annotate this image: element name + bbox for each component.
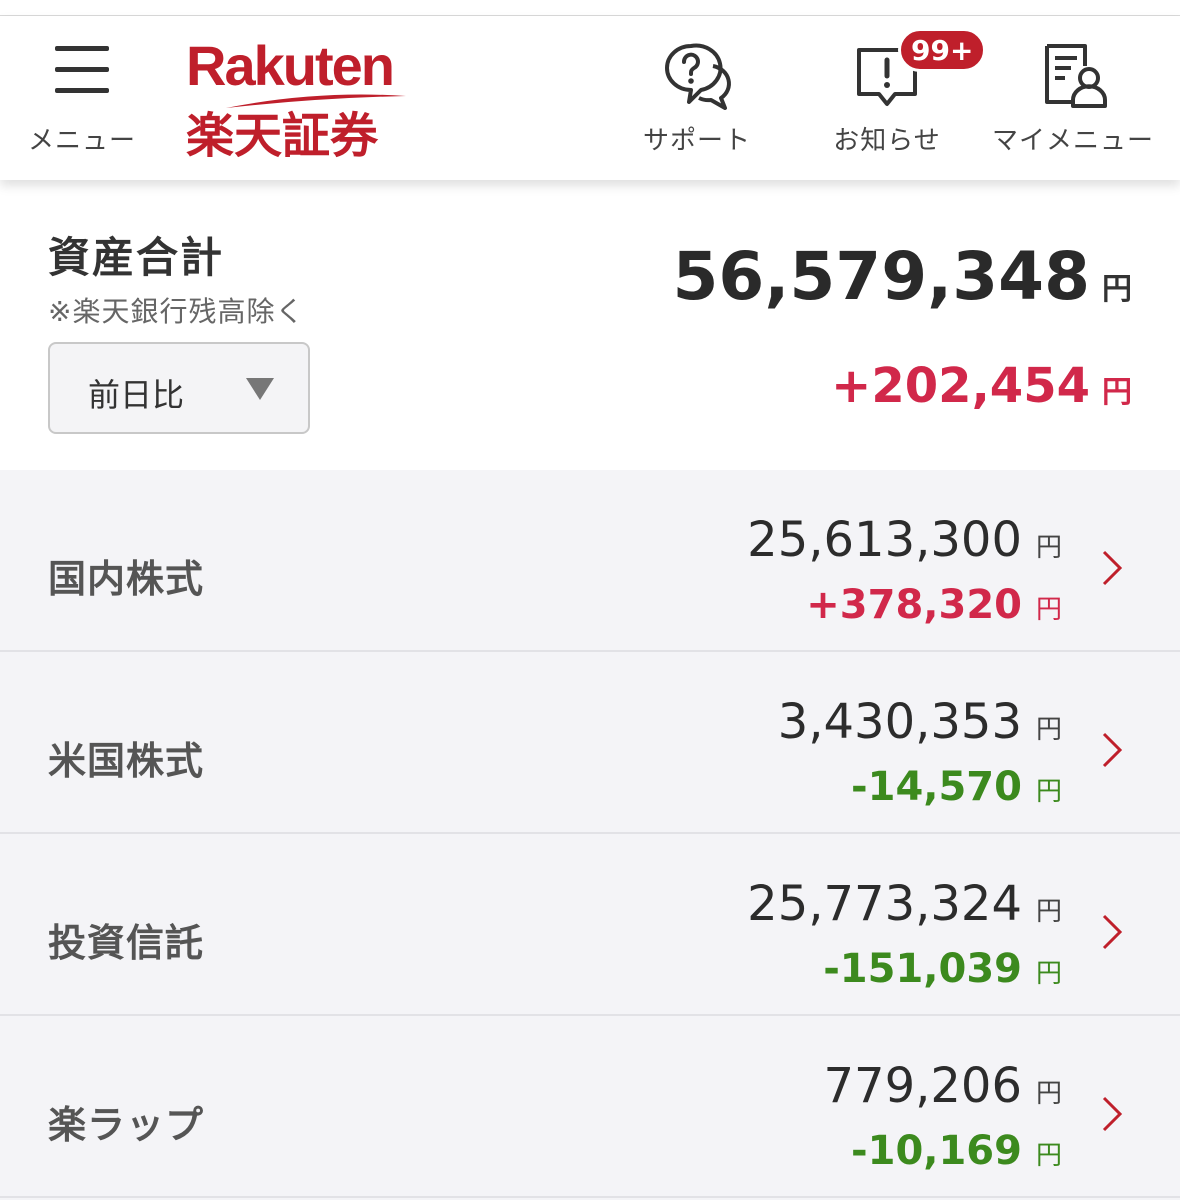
asset-amount-unit: 円 (1035, 1079, 1062, 1109)
chevron-right-icon (1102, 914, 1123, 950)
asset-amount-value: 3,430,353 (777, 694, 1022, 750)
notice-count-badge: 99+ (898, 28, 987, 72)
asset-change-unit: 円 (1035, 1141, 1062, 1171)
asset-change: +378,320 円 (806, 582, 1062, 628)
asset-change-unit: 円 (1035, 777, 1062, 807)
menu-button[interactable]: メニュー (20, 16, 144, 180)
total-assets-unit: 円 (1102, 272, 1132, 307)
asset-row-rakuwrap[interactable]: 楽ラップ 779,206 円 -10,169 円 (0, 1016, 1180, 1198)
notice-label: お知らせ (833, 126, 941, 156)
asset-amount-unit: 円 (1035, 533, 1062, 563)
asset-amount-value: 25,773,324 (747, 876, 1022, 932)
asset-change-value: -14,570 (851, 764, 1022, 810)
comparison-period-value: 前日比 (88, 376, 185, 414)
comparison-period-select[interactable]: 前日比 (48, 342, 310, 434)
hamburger-icon (55, 46, 109, 94)
asset-summary: 資産合計 ※楽天銀行残高除く 前日比 56,579,348 円 +202,454… (0, 180, 1180, 470)
total-change-unit: 円 (1102, 375, 1132, 410)
asset-name: 米国株式 (48, 739, 205, 783)
chevron-right-icon (1102, 550, 1123, 586)
chevron-right-icon (1102, 1096, 1123, 1132)
total-assets-note: ※楽天銀行残高除く (48, 295, 305, 328)
asset-amount-value: 25,613,300 (747, 512, 1022, 568)
total-assets-title: 資産合計 (48, 233, 225, 282)
total-assets-change: +202,454 円 (831, 358, 1132, 414)
asset-row-investment-trusts[interactable]: 投資信託 25,773,324 円 -151,039 円 (0, 834, 1180, 1016)
logo-text-en: Rakuten (186, 34, 395, 97)
total-change-value: +202,454 (831, 358, 1090, 414)
support-label: サポート (642, 126, 751, 156)
support-button[interactable]: サポート (630, 16, 764, 180)
mymenu-label: マイメニュー (991, 126, 1154, 156)
asset-amount: 779,206 円 (823, 1058, 1062, 1114)
asset-change: -10,169 円 (851, 1128, 1062, 1174)
asset-amount: 25,773,324 円 (747, 876, 1062, 932)
asset-amount-unit: 円 (1035, 715, 1062, 745)
asset-change: -14,570 円 (851, 764, 1062, 810)
asset-category-list: 国内株式 25,613,300 円 +378,320 円 米国株式 3,430,… (0, 470, 1180, 1200)
total-assets-amount: 56,579,348 円 (672, 238, 1132, 315)
total-assets-value: 56,579,348 (672, 238, 1090, 315)
asset-change-value: -10,169 (851, 1128, 1022, 1174)
asset-row-domestic-stocks[interactable]: 国内株式 25,613,300 円 +378,320 円 (0, 470, 1180, 652)
asset-change-unit: 円 (1035, 595, 1062, 625)
asset-change-value: +378,320 (806, 582, 1022, 628)
asset-amount-value: 779,206 (823, 1058, 1022, 1114)
menu-label: メニュー (27, 126, 136, 156)
asset-name: 国内株式 (48, 557, 205, 601)
asset-name: 投資信託 (48, 921, 205, 965)
support-chat-icon (665, 43, 731, 110)
asset-name: 楽ラップ (48, 1103, 205, 1147)
notice-button[interactable]: 99+ お知らせ (818, 16, 987, 180)
asset-change-value: -151,039 (823, 946, 1022, 992)
asset-amount: 3,430,353 円 (778, 694, 1062, 750)
asset-amount-unit: 円 (1035, 897, 1062, 927)
asset-amount: 25,613,300 円 (747, 512, 1062, 568)
top-status-line (0, 0, 1180, 16)
asset-row-us-stocks[interactable]: 米国株式 3,430,353 円 -14,570 円 (0, 652, 1180, 834)
asset-change-unit: 円 (1035, 959, 1062, 989)
chevron-right-icon (1102, 732, 1123, 768)
mymenu-document-user-icon (1045, 44, 1107, 108)
logo-text-ja: 楽天証券 (186, 108, 379, 164)
asset-change: -151,039 円 (823, 946, 1062, 992)
dropdown-triangle-icon (246, 378, 274, 400)
mymenu-button[interactable]: マイメニュー (986, 16, 1160, 180)
app-header: メニュー Rakuten 楽天証券 サポート 99+ お知らせ マイメニュー (0, 16, 1180, 180)
rakuten-securities-logo[interactable]: Rakuten 楽天証券 (186, 36, 412, 166)
